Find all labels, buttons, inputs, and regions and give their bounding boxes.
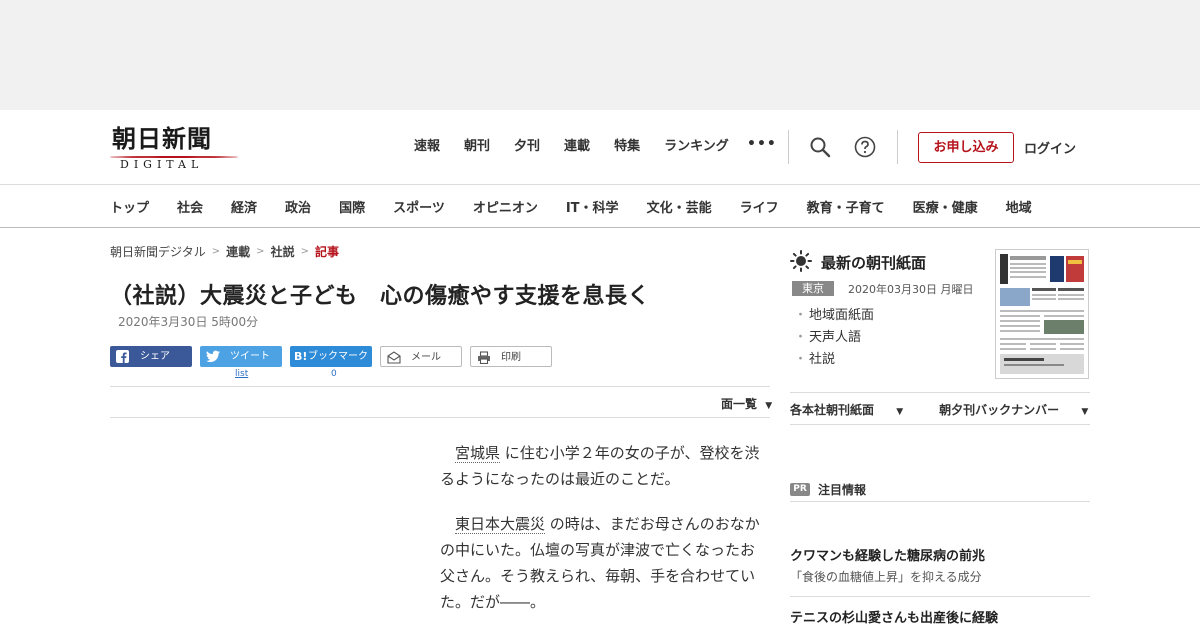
hatena-bookmark-button[interactable]: B! ブックマーク — [290, 346, 372, 367]
print-label: 印刷 — [501, 352, 521, 363]
sidebar-title[interactable]: 最新の朝刊紙面 — [821, 252, 926, 273]
search-icon[interactable] — [809, 136, 831, 158]
caret-down-icon: ▼ — [896, 407, 904, 417]
mail-icon — [387, 351, 401, 364]
print-icon — [477, 351, 491, 365]
header-divider — [897, 130, 898, 164]
help-icon[interactable] — [854, 136, 876, 158]
facebook-icon — [116, 350, 130, 363]
pr-item-title[interactable]: クワマンも経験した糖尿病の前兆 — [790, 545, 985, 564]
breadcrumb-separator-icon: > — [300, 246, 309, 257]
print-button[interactable]: 印刷 — [470, 346, 552, 367]
category-society[interactable]: 社会 — [177, 197, 203, 216]
pr-badge: PR — [790, 483, 810, 496]
hatena-count[interactable]: 0 — [331, 369, 337, 379]
logo-sub-text: DIGITAL — [120, 158, 204, 171]
keyword-link[interactable]: 東日本大震災 — [455, 515, 546, 534]
twitter-share-label: ツイート — [230, 351, 270, 362]
pr-item-subtitle[interactable]: 「食後の血糖値上昇」を抑える成分 — [790, 568, 982, 585]
logo-main-text: 朝日新聞 — [112, 124, 212, 153]
category-opinion[interactable]: オピニオン — [473, 197, 538, 216]
category-it-science[interactable]: IT・科学 — [566, 197, 619, 216]
topnav-item-breaking[interactable]: 速報 — [414, 138, 440, 156]
back-number-label: 朝夕刊バックナンバー — [939, 403, 1060, 417]
regional-morning-label: 各本社朝刊紙面 — [790, 403, 875, 417]
breadcrumb: 朝日新聞デジタル > 連載 > 社説 > 記事 — [110, 243, 339, 260]
sidebar-sub-links: 各本社朝刊紙面 ▼ 朝夕刊バックナンバー ▼ — [790, 401, 1124, 418]
article-date: 2020年3月30日 5時00分 — [118, 315, 259, 329]
sun-icon — [790, 250, 812, 272]
divider — [790, 501, 1090, 502]
more-menu-icon[interactable]: ••• — [747, 136, 777, 152]
article-title: （社説）大震災と子ども 心の傷癒やす支援を息長く — [110, 284, 651, 309]
breadcrumb-item[interactable]: 連載 — [226, 243, 250, 260]
sidebar-links: 地域面紙面 天声人語 社説 — [794, 305, 874, 371]
keyword-link[interactable]: 宮城県 — [455, 444, 501, 463]
hatena-bookmark-label: ブックマーク — [308, 351, 368, 362]
topnav-item-series[interactable]: 連載 — [564, 138, 590, 156]
divider — [110, 386, 770, 387]
category-top[interactable]: トップ — [110, 197, 149, 216]
article-body: 宮城県 に住む小学２年の女の子が、登校を渋るようになったのは最近のことだ。 東日… — [440, 440, 760, 630]
topnav-item-morning[interactable]: 朝刊 — [464, 138, 490, 156]
category-culture[interactable]: 文化・芸能 — [647, 197, 712, 216]
page-list-dropdown[interactable]: 面一覧 ▼ — [721, 395, 772, 412]
divider — [790, 424, 1090, 425]
edition-badge: 東京 — [792, 281, 834, 296]
twitter-share-button[interactable]: ツイート — [200, 346, 282, 367]
category-international[interactable]: 国際 — [339, 197, 365, 216]
divider — [790, 392, 1090, 393]
sidebar-link-editorial[interactable]: 社説 — [794, 349, 874, 371]
breadcrumb-current: 記事 — [314, 245, 339, 259]
facebook-share-label: シェア — [140, 351, 170, 362]
breadcrumb-item[interactable]: 社説 — [271, 243, 295, 260]
category-sports[interactable]: スポーツ — [393, 197, 445, 216]
mail-share-label: メール — [411, 352, 441, 363]
category-education[interactable]: 教育・子育て — [807, 197, 885, 216]
page-list-label: 面一覧 — [721, 397, 758, 411]
share-buttons: シェア ツイート B! ブックマーク メール 印刷 — [110, 346, 560, 367]
article-paragraph: 宮城県 に住む小学２年の女の子が、登校を渋るようになったのは最近のことだ。 — [440, 440, 760, 492]
topnav-item-features[interactable]: 特集 — [614, 138, 640, 156]
header-divider — [788, 130, 789, 164]
sidebar-link-local[interactable]: 地域面紙面 — [794, 305, 874, 327]
top-nav: 速報 朝刊 夕刊 連載 特集 ランキング — [414, 138, 753, 156]
breadcrumb-item[interactable]: 朝日新聞デジタル — [110, 243, 206, 260]
category-health[interactable]: 医療・健康 — [913, 197, 978, 216]
topnav-item-ranking[interactable]: ランキング — [664, 138, 729, 156]
divider — [110, 417, 770, 418]
subscribe-button[interactable]: お申し込み — [918, 132, 1014, 163]
divider — [790, 596, 1090, 597]
category-life[interactable]: ライフ — [740, 197, 779, 216]
twitter-count-link[interactable]: list — [235, 369, 248, 379]
caret-down-icon: ▼ — [765, 401, 773, 411]
newspaper-thumbnail[interactable] — [995, 249, 1089, 379]
edition-date: 2020年03月30日 月曜日 — [848, 283, 974, 296]
caret-down-icon: ▼ — [1081, 407, 1089, 417]
facebook-share-button[interactable]: シェア — [110, 346, 192, 367]
sidebar-link-tenseijingo[interactable]: 天声人語 — [794, 327, 874, 349]
breadcrumb-separator-icon: > — [211, 246, 221, 257]
topnav-item-evening[interactable]: 夕刊 — [514, 138, 540, 156]
pr-section-title: 注目情報 — [818, 483, 867, 497]
category-politics[interactable]: 政治 — [285, 197, 311, 216]
pr-item-title[interactable]: テニスの杉山愛さんも出産後に経験 — [790, 607, 998, 626]
category-economy[interactable]: 経済 — [231, 197, 257, 216]
category-region[interactable]: 地域 — [1006, 197, 1032, 216]
ad-banner-area — [0, 0, 1200, 110]
article-paragraph: 東日本大震災 の時は、まだお母さんのおなかの中にいた。仏壇の写真が津波で亡くなっ… — [440, 511, 760, 615]
category-nav: トップ 社会 経済 政治 国際 スポーツ オピニオン IT・科学 文化・芸能 ラ… — [0, 184, 1200, 228]
login-link[interactable]: ログイン — [1024, 138, 1076, 157]
twitter-icon — [206, 350, 220, 363]
breadcrumb-separator-icon: > — [256, 246, 265, 257]
pr-section-header: PR 注目情報 — [790, 481, 866, 498]
site-logo[interactable]: 朝日新聞 DIGITAL — [110, 124, 240, 172]
site-header: 朝日新聞 DIGITAL 速報 朝刊 夕刊 連載 特集 ランキング ••• お申… — [0, 110, 1200, 185]
mail-share-button[interactable]: メール — [380, 346, 462, 367]
back-number-dropdown[interactable]: 朝夕刊バックナンバー ▼ — [939, 401, 1106, 418]
regional-morning-dropdown[interactable]: 各本社朝刊紙面 ▼ — [790, 401, 921, 418]
